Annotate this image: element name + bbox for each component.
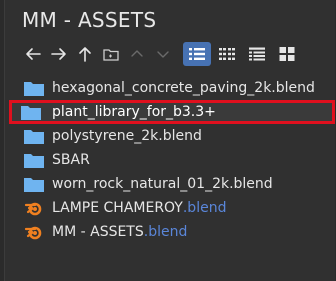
file-name: MM - ASSETS	[52, 224, 144, 240]
forward-arrow-icon	[51, 48, 66, 60]
file-browser-toolbar	[21, 41, 321, 67]
thumbnail-view-icon	[279, 47, 295, 61]
horizontal-list-view-icon	[219, 48, 235, 60]
detailed-list-view-icon	[249, 47, 265, 61]
chevron-up-icon	[131, 50, 143, 57]
file-extension: .blend	[143, 224, 188, 240]
new-folder-button[interactable]	[99, 42, 123, 66]
list-item[interactable]: SBAR	[9, 148, 335, 172]
detailed-list-view-button[interactable]	[243, 42, 271, 66]
sort-down-button[interactable]	[151, 42, 175, 66]
list-item[interactable]: LAMPE CHAMEROY .blend	[9, 196, 335, 220]
folder-icon	[20, 103, 42, 121]
back-button[interactable]	[21, 42, 45, 66]
list-item[interactable]: worn_rock_natural_01_2k.blend	[9, 172, 335, 196]
folder-icon	[23, 79, 45, 97]
file-name: hexagonal_concrete_paving_2k.blend	[52, 80, 315, 96]
folder-icon	[23, 127, 45, 145]
parent-directory-button[interactable]	[73, 42, 97, 66]
file-name: LAMPE CHAMEROY	[52, 200, 183, 216]
horizontal-list-view-button[interactable]	[213, 42, 241, 66]
parent-directory-icon	[79, 47, 91, 62]
file-name: plant_library_for_b3.3+	[52, 104, 216, 120]
file-name: polystyrene_2k.blend	[52, 128, 202, 144]
list-item-selected[interactable]: plant_library_for_b3.3+	[9, 100, 335, 124]
thumbnail-view-button[interactable]	[273, 42, 301, 66]
directory-title: MM - ASSETS	[22, 8, 157, 32]
file-list: hexagonal_concrete_paving_2k.blend plant…	[9, 76, 335, 244]
file-extension: .blend	[182, 200, 227, 216]
new-folder-icon	[103, 49, 119, 61]
vertical-list-view-button[interactable]	[183, 42, 211, 66]
list-item[interactable]: hexagonal_concrete_paving_2k.blend	[9, 76, 335, 100]
blender-file-icon	[23, 223, 45, 241]
file-browser-panel: MM - ASSETS hexagonal_concrete_paving_2k…	[4, 0, 335, 281]
vertical-list-view-icon	[189, 48, 205, 60]
chevron-down-icon	[157, 51, 169, 58]
list-item[interactable]: MM - ASSETS .blend	[9, 220, 335, 244]
list-item[interactable]: polystyrene_2k.blend	[9, 124, 335, 148]
display-mode-group	[183, 42, 303, 66]
folder-icon	[23, 175, 45, 193]
forward-button[interactable]	[47, 42, 71, 66]
blender-file-icon	[23, 199, 45, 217]
folder-icon	[23, 151, 45, 169]
file-name: worn_rock_natural_01_2k.blend	[52, 176, 273, 192]
back-arrow-icon	[26, 48, 41, 60]
file-name: SBAR	[52, 152, 90, 168]
sort-up-button[interactable]	[125, 42, 149, 66]
